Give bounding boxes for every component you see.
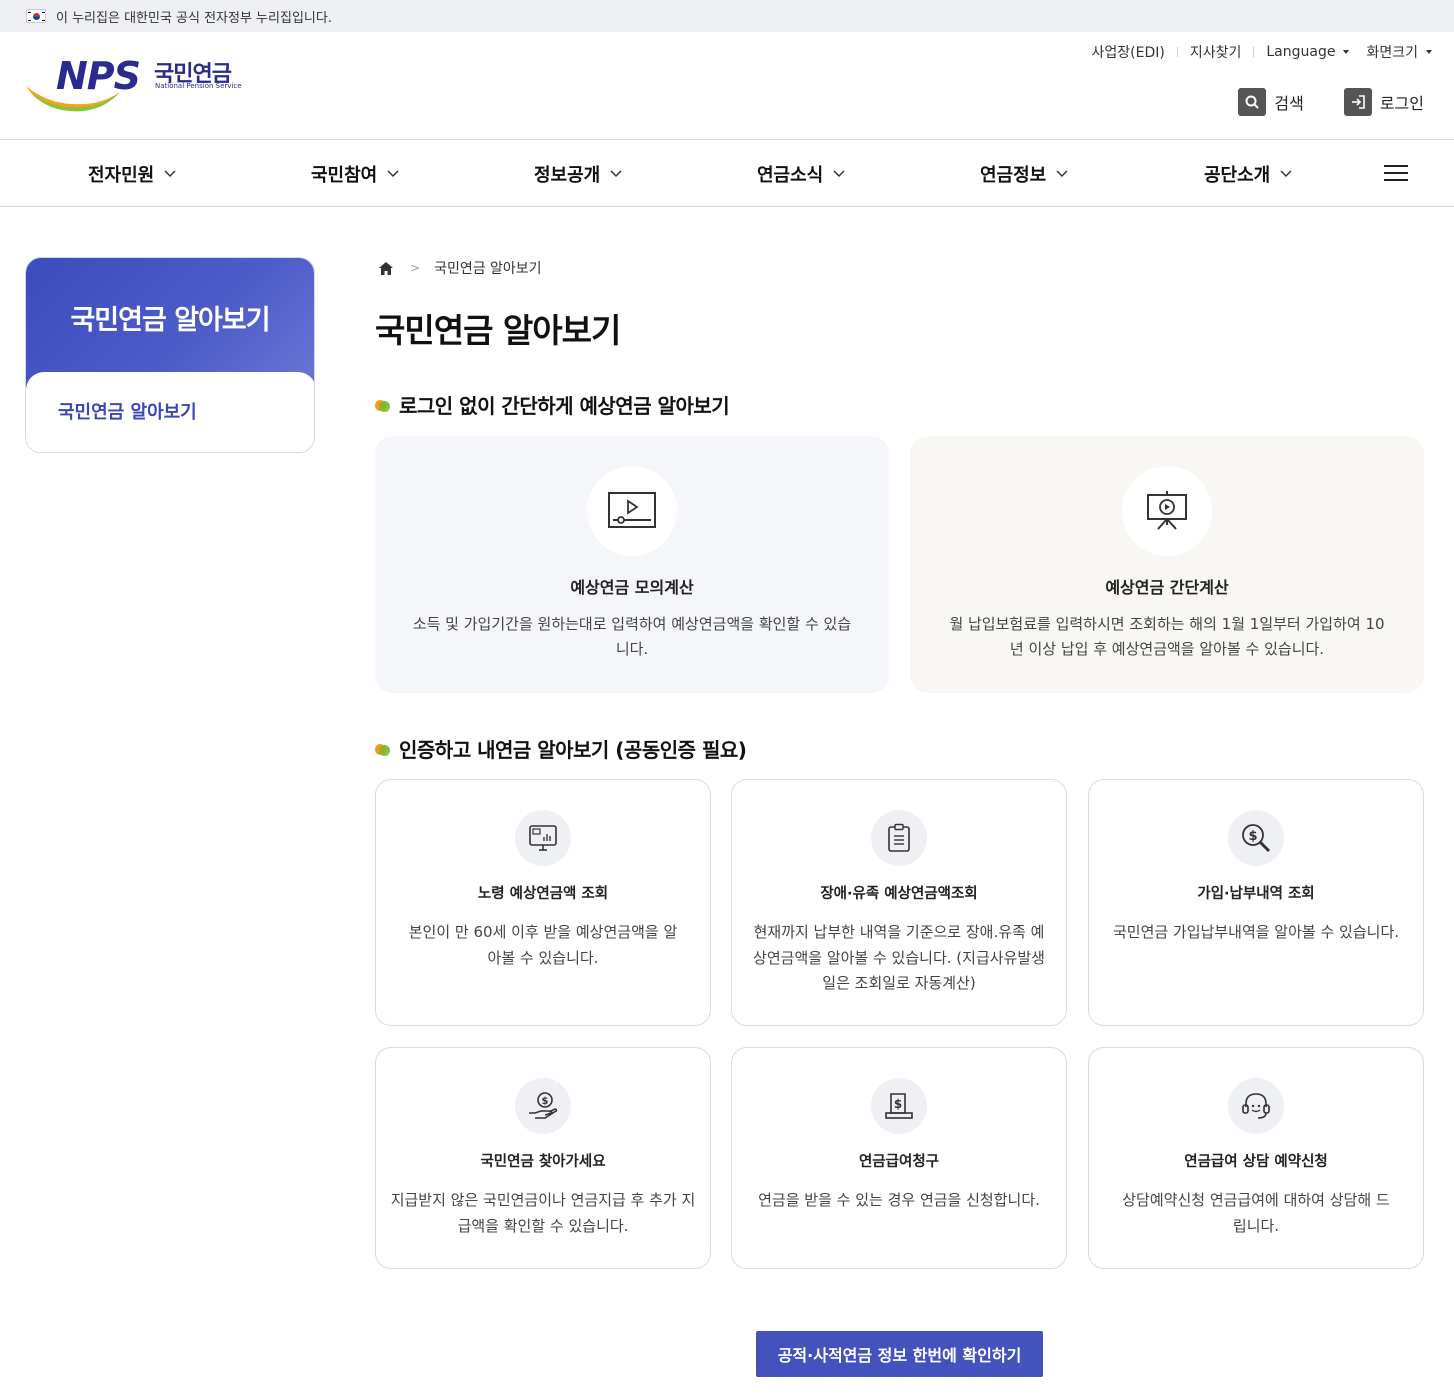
card-find-pension[interactable]: $ 국민연금 찾아가세요 지급받지 않은 국민연금이나 연금지급 후 추가 지급… (375, 1047, 711, 1269)
gnb-item-disclosure[interactable]: 정보공개 (534, 141, 622, 207)
breadcrumb: > 국민연금 알아보기 (378, 258, 542, 278)
side-nav: 국민연금 알아보기 국민연금 알아보기 (25, 257, 315, 453)
side-nav-title: 국민연금 알아보기 (70, 305, 270, 336)
logo-name-en: National Pension Service (155, 82, 242, 90)
gnb-item-news[interactable]: 연금소식 (757, 141, 845, 207)
card-title: 예상연금 모의계산 (570, 578, 694, 597)
card-title: 예상연금 간단계산 (1105, 578, 1229, 597)
headset-icon (1228, 1078, 1284, 1134)
svg-text:$: $ (1248, 829, 1257, 844)
korean-flag-icon (26, 9, 46, 23)
card-mock-calc[interactable]: 예상연금 모의계산 소득 및 가입기간을 원하는대로 입력하여 예상연금액을 확… (375, 436, 889, 693)
global-nav: 전자민원 국민참여 정보공개 연금소식 연금정보 공단소개 (0, 141, 1454, 207)
chevron-right-icon: > (410, 261, 421, 275)
card-desc: 국민연금 가입납부내역을 알아볼 수 있습니다. (1112, 923, 1400, 941)
header-buttons: 검색 로그인 (1238, 88, 1424, 116)
chevron-down-icon (833, 170, 845, 178)
monitor-chart-icon (515, 810, 571, 866)
card-consult-reservation[interactable]: 연금급여 상담 예약신청 상담예약신청 연금급여에 대하여 상담해 드립니다. (1088, 1047, 1424, 1269)
hamburger-menu-icon[interactable] (1384, 165, 1408, 183)
section-title-auth: 인증하고 내연금 알아보기 (공동인증 필요) (375, 734, 747, 763)
card-desc: 현재까지 납부한 내역을 기준으로 장애.유족 예상연금액을 알아볼 수 있습니… (753, 923, 1045, 992)
nps-logo[interactable]: NPS 국민연금 National Pension Service (24, 54, 254, 116)
site-header: NPS 국민연금 National Pension Service 사업장(ED… (0, 32, 1454, 140)
card-disability-survivor[interactable]: 장애·유족 예상연금액조회 현재까지 납부한 내역을 기준으로 장애.유족 예상… (731, 779, 1067, 1026)
side-nav-header: 국민연금 알아보기 (26, 258, 314, 388)
util-branch-finder[interactable]: 지사찾기 (1190, 42, 1242, 62)
card-desc: 월 납입보험료를 입력하시면 조회하는 해의 1월 1일부터 가입하여 10년 … (949, 615, 1385, 658)
util-edi[interactable]: 사업장(EDI) (1092, 42, 1165, 62)
card-title: 연금급여청구 (858, 1154, 940, 1170)
chevron-down-icon (1056, 170, 1068, 178)
chevron-down-icon (610, 170, 622, 178)
card-enrollment-history[interactable]: $ 가입·납부내역 조회 국민연금 가입납부내역을 알아볼 수 있습니다. (1088, 779, 1424, 1026)
section-title-quick: 로그인 없이 간단하게 예상연금 알아보기 (375, 390, 730, 419)
gnb-item-participation[interactable]: 국민참여 (311, 141, 399, 207)
card-desc: 상담예약신청 연금급여에 대하여 상담해 드립니다. (1122, 1191, 1390, 1235)
card-desc: 소득 및 가입기간을 원하는대로 입력하여 예상연금액을 확인할 수 있습니다. (412, 615, 852, 658)
card-title: 장애·유족 예상연금액조회 (820, 886, 978, 902)
hand-coin-icon: $ (515, 1078, 571, 1134)
gnb-item-pension-info[interactable]: 연금정보 (980, 141, 1068, 207)
search-button[interactable]: 검색 (1238, 88, 1304, 116)
login-icon (1343, 88, 1372, 116)
card-title: 국민연금 찾아가세요 (480, 1154, 606, 1170)
util-screen-size[interactable]: 화면크기 (1366, 42, 1432, 62)
card-simple-calc[interactable]: 예상연금 간단계산 월 납입보험료를 입력하시면 조회하는 해의 1월 1일부터… (910, 436, 1424, 693)
side-nav-list: 국민연금 알아보기 (26, 372, 314, 452)
gnb-item-e-civil[interactable]: 전자민원 (88, 141, 176, 207)
card-desc: 본인이 만 60세 이후 받을 예상연금액을 알아볼 수 있습니다. (408, 923, 678, 967)
util-language[interactable]: Language (1266, 44, 1350, 60)
page-title: 국민연금 알아보기 (375, 311, 621, 350)
breadcrumb-current[interactable]: 국민연금 알아보기 (434, 258, 542, 278)
card-pension-claim[interactable]: $ 연금급여청구 연금을 받을 수 있는 경우 연금을 신청합니다. (731, 1047, 1067, 1269)
card-title: 노령 예상연금액 조회 (477, 886, 609, 902)
svg-text:$: $ (894, 1097, 902, 1111)
presentation-play-icon (1122, 466, 1212, 556)
caret-down-icon (1426, 50, 1432, 54)
search-icon (1238, 88, 1267, 116)
logo-brand: NPS (56, 54, 141, 98)
video-play-icon (587, 466, 677, 556)
svg-text:$: $ (542, 1096, 549, 1107)
card-title: 연금급여 상담 예약신청 (1184, 1154, 1328, 1170)
card-desc: 지급받지 않은 국민연금이나 연금지급 후 추가 지급액을 확인할 수 있습니다… (390, 1191, 696, 1235)
clipboard-icon (871, 810, 927, 866)
bullet-icon (375, 741, 391, 757)
login-button[interactable]: 로그인 (1343, 88, 1424, 116)
home-icon[interactable] (378, 261, 394, 276)
card-desc: 연금을 받을 수 있는 경우 연금을 신청합니다. (758, 1191, 1040, 1209)
document-dollar-icon: $ (871, 1078, 927, 1134)
chevron-down-icon (387, 170, 399, 178)
gov-banner: 이 누리집은 대한민국 공식 전자정부 누리집입니다. (0, 0, 1454, 32)
chevron-down-icon (1280, 170, 1292, 178)
card-title: 가입·납부내역 조회 (1197, 886, 1315, 902)
gnb-item-about[interactable]: 공단소개 (1204, 141, 1292, 207)
gov-banner-text: 이 누리집은 대한민국 공식 전자정부 누리집입니다. (56, 10, 332, 26)
utility-menu: 사업장(EDI) 지사찾기 Language 화면크기 (1092, 42, 1432, 62)
bullet-icon (375, 397, 391, 413)
card-old-age-pension[interactable]: 노령 예상연금액 조회 본인이 만 60세 이후 받을 예상연금액을 알아볼 수… (375, 779, 711, 1026)
caret-down-icon (1343, 50, 1350, 54)
search-dollar-icon: $ (1228, 810, 1284, 866)
chevron-down-icon (164, 170, 176, 178)
side-nav-item[interactable]: 국민연금 알아보기 (58, 398, 197, 424)
check-all-pension-button[interactable]: 공적·사적연금 정보 한번에 확인하기 (756, 1331, 1043, 1377)
